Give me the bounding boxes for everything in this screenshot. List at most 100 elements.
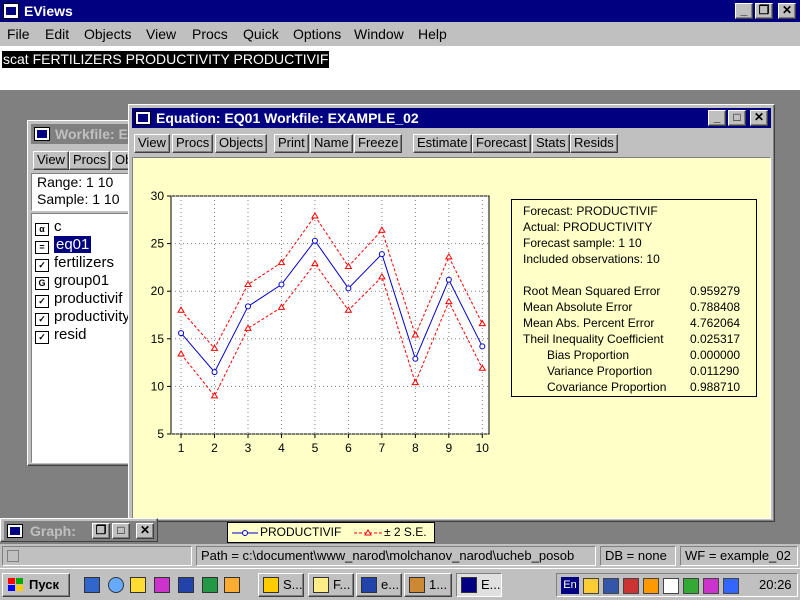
object-group01[interactable]: Ggroup01 xyxy=(35,272,109,290)
task-button-eviews[interactable]: E... xyxy=(456,573,502,597)
forecast-point xyxy=(445,276,452,283)
eq-view-button[interactable]: View xyxy=(134,134,170,153)
menu-objects[interactable]: Objects xyxy=(84,26,131,42)
language-indicator[interactable]: En xyxy=(561,577,579,594)
eq-maximize-button[interactable]: □ xyxy=(728,110,746,126)
wf-procs-button[interactable]: Procs xyxy=(69,151,111,170)
eq-print-button[interactable]: Print xyxy=(274,134,309,153)
workfile-window[interactable]: Workfile: E View Procs Ob Range: 1 10 Sa… xyxy=(27,120,137,466)
eq-resids-button[interactable]: Resids xyxy=(570,134,618,153)
quicklaunch-media-icon[interactable] xyxy=(154,577,170,593)
eviews-app-icon[interactable] xyxy=(3,3,19,19)
task-button-4[interactable]: 1... xyxy=(404,573,452,597)
status-path: Path = c:\document\www_narod\molchanov_n… xyxy=(196,546,596,566)
graph-close-button[interactable]: ✕ xyxy=(136,523,154,539)
eq-stats-button[interactable]: Stats xyxy=(532,134,570,153)
object-eq01[interactable]: = eq01 xyxy=(35,236,92,254)
equation-icon: = xyxy=(35,241,49,254)
menu-view[interactable]: View xyxy=(146,26,176,42)
object-productivity[interactable]: ✓ productivity xyxy=(35,308,130,326)
quicklaunch-excel-icon[interactable] xyxy=(202,577,218,593)
legend-label-forecast: PRODUCTIVIF xyxy=(260,525,342,539)
tray-app-icon-3[interactable] xyxy=(703,578,719,594)
object-fertilizers[interactable]: ✓ fertilizers xyxy=(35,254,114,272)
forecast-point xyxy=(244,303,251,310)
close-button[interactable]: ✕ xyxy=(778,3,796,19)
task-app-icon xyxy=(263,577,279,593)
object-c[interactable]: αc xyxy=(35,218,62,236)
task-label: 1... xyxy=(429,577,448,592)
workfile-title: Workfile: E xyxy=(55,126,128,142)
network-icon[interactable] xyxy=(603,578,619,594)
menu-file[interactable]: File xyxy=(7,26,30,42)
quicklaunch-tool-icon[interactable] xyxy=(224,577,240,593)
y-tick-label: 20 xyxy=(151,284,165,298)
menu-options[interactable]: Options xyxy=(293,26,341,42)
task-app-icon xyxy=(409,577,425,593)
eq-procs-button[interactable]: Procs xyxy=(172,134,214,153)
start-label: Пуск xyxy=(29,577,59,592)
task-word-icon xyxy=(361,577,377,593)
tray-app-icon-4[interactable] xyxy=(723,578,739,594)
tray-app-icon[interactable] xyxy=(623,578,639,594)
quicklaunch-ie-icon[interactable] xyxy=(108,577,124,593)
quicklaunch-app-icon[interactable] xyxy=(130,577,146,593)
minimize-button[interactable]: _ xyxy=(735,3,753,19)
graph-window-minimized[interactable]: Graph: ❐ □ ✕ xyxy=(0,518,158,542)
eq-forecast-button[interactable]: Forecast xyxy=(472,134,531,153)
stat-theil-value: 0.025317 xyxy=(690,332,741,346)
object-productivif[interactable]: ✓ productivif xyxy=(35,290,122,308)
command-text[interactable]: scat FERTILIZERS PRODUCTIVITY PRODUCTIVI… xyxy=(2,51,330,68)
legend-label-se: ± 2 S.E. xyxy=(384,525,427,539)
restore-button[interactable]: ❐ xyxy=(755,3,773,19)
quicklaunch-desktop-icon[interactable] xyxy=(84,577,100,593)
tray-n-icon[interactable] xyxy=(663,578,679,594)
equation-window-icon xyxy=(135,111,151,125)
menu-quick[interactable]: Quick xyxy=(243,26,279,42)
stats-obs-label: Included observations: 10 xyxy=(523,252,660,266)
eq-name-button[interactable]: Name xyxy=(310,134,353,153)
tray-antivirus-icon[interactable] xyxy=(643,578,659,594)
eq-minimize-button[interactable]: _ xyxy=(708,110,726,126)
clock: 20:26 xyxy=(759,577,792,592)
workfile-range: Range: 1 10 xyxy=(37,174,114,190)
stat-mae-value: 0.788408 xyxy=(690,300,741,314)
equation-titlebar[interactable]: Equation: EQ01 Workfile: EXAMPLE_02 _ □ … xyxy=(132,108,771,128)
task-button-2[interactable]: F... xyxy=(308,573,354,597)
eq-estimate-button[interactable]: Estimate xyxy=(413,134,472,153)
eq-objects-button[interactable]: Objects xyxy=(215,134,268,153)
menu-help[interactable]: Help xyxy=(418,26,447,42)
y-tick-label: 15 xyxy=(151,332,165,346)
object-label: fertilizers xyxy=(54,254,115,271)
equation-window[interactable]: Equation: EQ01 Workfile: EXAMPLE_02 _ □ … xyxy=(128,104,775,543)
command-window[interactable]: scat FERTILIZERS PRODUCTIVITY PRODUCTIVI… xyxy=(0,46,800,92)
object-label: eq01 xyxy=(54,236,92,253)
menu-window[interactable]: Window xyxy=(354,26,404,42)
graph-titlebar[interactable]: Graph: ❐ □ ✕ xyxy=(4,521,156,541)
object-label: c xyxy=(54,218,62,235)
quicklaunch-word-icon[interactable] xyxy=(178,577,194,593)
workfile-titlebar[interactable]: Workfile: E xyxy=(31,124,136,144)
x-tick-label: 9 xyxy=(445,441,452,455)
object-label: productivif xyxy=(54,290,123,307)
wf-view-button[interactable]: View xyxy=(33,151,69,170)
legend-swatch-forecast xyxy=(232,530,258,536)
x-tick-label: 10 xyxy=(476,441,490,455)
workfile-sample: Sample: 1 10 xyxy=(37,191,120,207)
task-button-3[interactable]: e... xyxy=(356,573,402,597)
stat-mae-label: Mean Absolute Error xyxy=(523,300,633,314)
graph-maximize-button[interactable]: □ xyxy=(112,523,130,539)
eq-freeze-button[interactable]: Freeze xyxy=(354,134,403,153)
volume-icon[interactable] xyxy=(583,578,599,594)
object-resid[interactable]: ✓ resid xyxy=(35,326,87,344)
menu-edit[interactable]: Edit xyxy=(45,26,69,42)
task-button-1[interactable]: S... xyxy=(258,573,304,597)
menu-procs[interactable]: Procs xyxy=(192,26,228,42)
workfile-toolbar: View Procs Ob xyxy=(31,149,136,171)
tray-app-icon-2[interactable] xyxy=(683,578,699,594)
graph-restore-button[interactable]: ❐ xyxy=(92,523,110,539)
status-indicator-icon xyxy=(7,550,19,562)
start-button[interactable]: Пуск xyxy=(2,573,70,597)
plot-area xyxy=(170,195,490,435)
eq-close-button[interactable]: ✕ xyxy=(750,110,768,126)
